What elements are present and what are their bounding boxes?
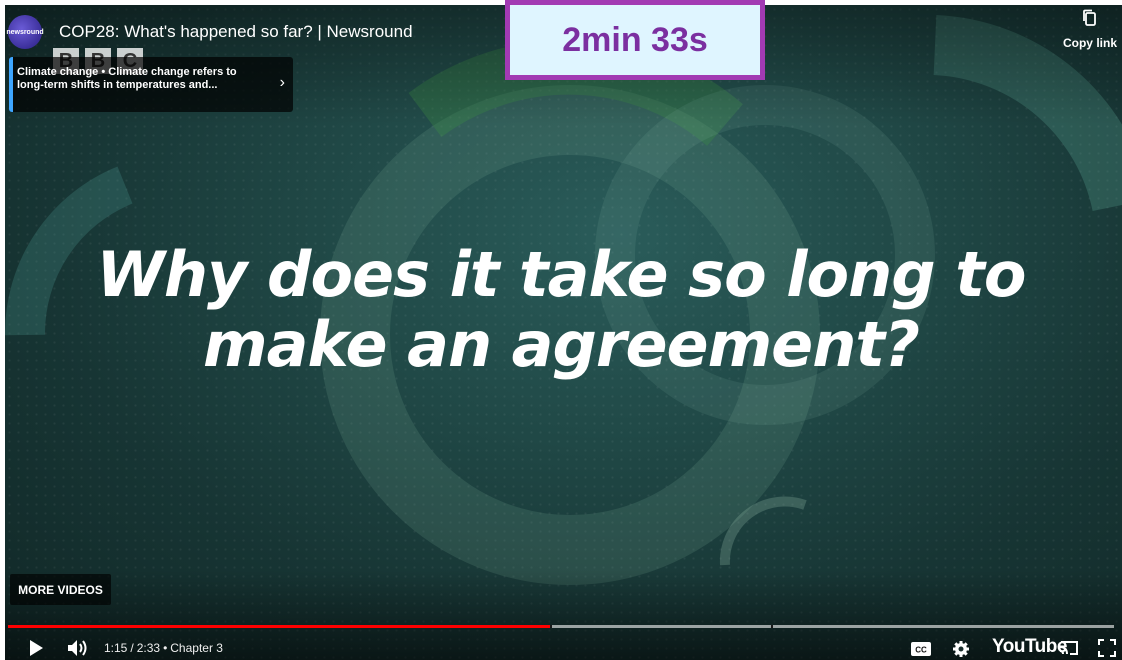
info-card[interactable]: Climate change • Climate change refers t… [9, 57, 293, 112]
headline-line-1: Why does it take so long to [96, 238, 1027, 311]
copy-link-label: Copy link [1062, 36, 1117, 50]
time-separator: / [130, 641, 134, 655]
fullscreen-icon[interactable] [1098, 639, 1116, 657]
copy-icon [1083, 9, 1096, 26]
info-card-text: Climate change • Climate change refers t… [17, 66, 237, 91]
cast-icon[interactable] [1058, 639, 1080, 657]
video-title[interactable]: COP28: What's happened so far? | Newsrou… [59, 22, 413, 42]
duration-badge-text: 2min 33s [562, 20, 708, 59]
control-bar: 1:15/2:33 • Chapter 3 CC YouTube [0, 628, 1122, 660]
channel-avatar[interactable]: newsround [6, 15, 44, 49]
youtube-logo[interactable]: YouTube [992, 636, 1067, 658]
duration-time: 2:33 [136, 641, 161, 655]
time-display: 1:15/2:33 • Chapter 3 [104, 641, 226, 655]
copy-link-button[interactable]: Copy link [1058, 8, 1122, 50]
headline-line-2: make an agreement? [203, 308, 920, 381]
current-time: 1:15 [104, 641, 128, 655]
more-videos-button[interactable]: MORE VIDEOS [10, 574, 111, 605]
video-headline: Why does it take so long to make an agre… [0, 240, 1122, 380]
svg-text:CC: CC [915, 646, 927, 655]
duration-badge: 2min 33s [505, 0, 765, 80]
settings-icon[interactable] [952, 640, 970, 658]
play-icon[interactable] [27, 639, 45, 657]
volume-icon[interactable] [67, 639, 91, 657]
chevron-right-icon: › [279, 74, 285, 91]
chapter-title[interactable]: Chapter 3 [170, 641, 223, 655]
chapter-bullet: • [163, 641, 168, 655]
captions-icon[interactable]: CC [910, 641, 932, 657]
channel-avatar-label: newsround [6, 28, 44, 36]
